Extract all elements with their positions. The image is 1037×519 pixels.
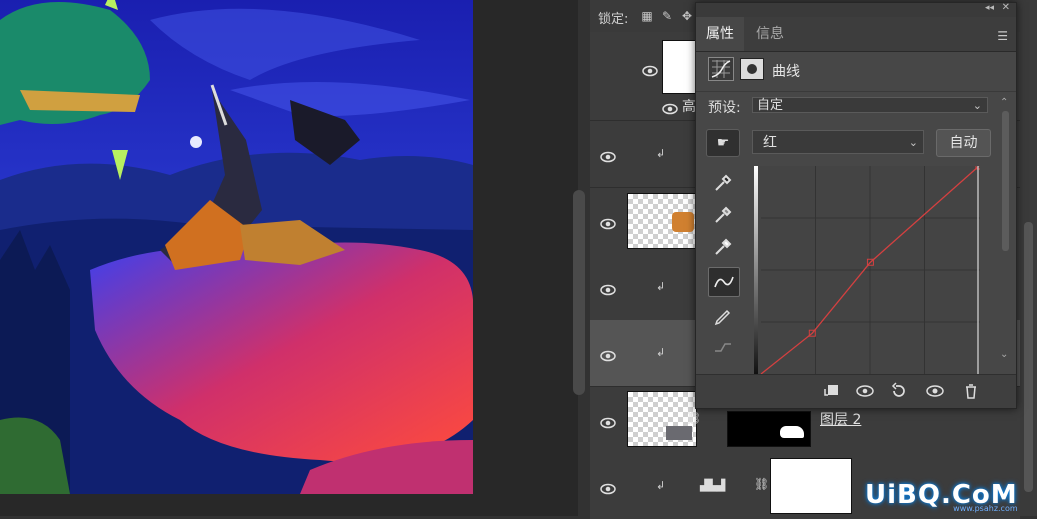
- clip-to-layer-icon[interactable]: [820, 381, 842, 401]
- adjustment-title: 曲线: [772, 64, 800, 80]
- preset-label: 预设:: [708, 100, 741, 116]
- eye-icon[interactable]: [642, 62, 658, 77]
- channel-dropdown[interactable]: 红 ⌄: [752, 130, 924, 154]
- lock-move-icon[interactable]: ✥: [680, 9, 694, 23]
- preset-value: 自定: [757, 98, 784, 113]
- preset-dropdown[interactable]: 自定 ⌄: [752, 97, 988, 113]
- lock-label: 锁定:: [598, 12, 629, 27]
- canvas-bottom-strip: [0, 494, 473, 516]
- panel-tabs: 属性 信息 ☰: [696, 17, 1016, 52]
- input-gradient-bar: [754, 166, 758, 374]
- properties-scrollbar[interactable]: ⌃ ⌄: [999, 97, 1011, 373]
- site-watermark: UiBQ.CoM www.psahz.com: [865, 480, 1018, 513]
- clipping-arrow-icon: ↲: [656, 280, 666, 293]
- trash-icon[interactable]: [960, 381, 982, 401]
- clipping-arrow-icon: ↲: [656, 479, 666, 492]
- adjustment-header: 曲线: [696, 51, 1016, 89]
- eye-icon[interactable]: [600, 148, 616, 163]
- properties-footer: [696, 374, 1016, 408]
- layers-scroll-thumb[interactable]: [1024, 222, 1033, 492]
- smooth-curve-icon[interactable]: [708, 333, 738, 361]
- auto-button[interactable]: 自动: [936, 129, 991, 157]
- canvas-artwork[interactable]: [0, 0, 473, 494]
- levels-icon: ▟▙▟: [700, 479, 726, 492]
- layer-mask-thumbnail[interactable]: [727, 411, 811, 447]
- layer-mask-thumbnail[interactable]: [770, 458, 852, 514]
- chain-link-icon[interactable]: ⛓: [754, 477, 769, 491]
- edit-points-curve-icon[interactable]: [708, 267, 740, 297]
- clipping-arrow-icon: ↲: [656, 346, 666, 359]
- clipping-arrow-icon: ↲: [656, 147, 666, 160]
- layers-scrollbar[interactable]: [1020, 32, 1037, 516]
- eye-icon[interactable]: [600, 215, 616, 230]
- chain-link-icon[interactable]: ⛓: [686, 411, 701, 425]
- layer-thumbnail: [662, 40, 698, 94]
- tab-properties[interactable]: 属性: [696, 17, 744, 51]
- artwork-image: [0, 0, 473, 494]
- on-image-adjust-hand-icon[interactable]: ☛: [706, 129, 740, 157]
- curves-adjustment-icon[interactable]: [708, 57, 734, 81]
- black-point-eyedropper-icon[interactable]: [708, 169, 738, 197]
- layer-effect-label: 高: [682, 99, 696, 115]
- eye-icon[interactable]: [600, 480, 616, 495]
- eye-icon[interactable]: [600, 281, 616, 296]
- panel-titlebar: ◂◂ ✕: [696, 2, 1016, 17]
- channel-value: 红: [763, 135, 777, 151]
- collapse-icon[interactable]: ◂◂: [985, 3, 994, 13]
- eye-icon[interactable]: [662, 100, 678, 115]
- close-icon[interactable]: ✕: [1002, 2, 1010, 13]
- chevron-down-icon: ⌄: [908, 136, 918, 149]
- reset-icon[interactable]: [888, 381, 910, 401]
- view-previous-state-icon[interactable]: [854, 381, 876, 401]
- lock-transparency-icon[interactable]: ▦: [640, 9, 654, 23]
- panel-menu-icon[interactable]: ☰: [997, 29, 1008, 43]
- canvas-scrollbar[interactable]: [573, 190, 585, 395]
- layer-name[interactable]: 图层 2: [820, 409, 861, 429]
- chevron-down-icon: ⌄: [972, 99, 982, 112]
- workspace-background: [473, 0, 578, 516]
- properties-panel: ◂◂ ✕ 属性 信息 ☰ 曲线 预设: 自定 ⌄ ☛ 红 ⌄ 自动 ⌃ ⌄: [695, 2, 1017, 409]
- curves-svg[interactable]: [755, 166, 980, 374]
- eye-icon[interactable]: [600, 414, 616, 429]
- properties-scroll-thumb[interactable]: [1002, 111, 1009, 251]
- pencil-icon[interactable]: [708, 301, 738, 329]
- tab-info[interactable]: 信息: [746, 17, 794, 51]
- eye-icon[interactable]: [600, 347, 616, 362]
- curves-graph[interactable]: [754, 166, 980, 374]
- scroll-down-icon[interactable]: ⌄: [1000, 349, 1008, 360]
- lock-brush-icon[interactable]: ✎: [660, 9, 674, 23]
- visibility-eye-icon[interactable]: [924, 381, 946, 401]
- gray-point-eyedropper-icon[interactable]: [708, 201, 738, 229]
- divider: [696, 91, 1016, 92]
- white-point-eyedropper-icon[interactable]: [708, 233, 738, 261]
- layer-thumbnail: [627, 193, 697, 249]
- scroll-up-icon[interactable]: ⌃: [1000, 97, 1008, 108]
- mask-icon[interactable]: [740, 58, 764, 80]
